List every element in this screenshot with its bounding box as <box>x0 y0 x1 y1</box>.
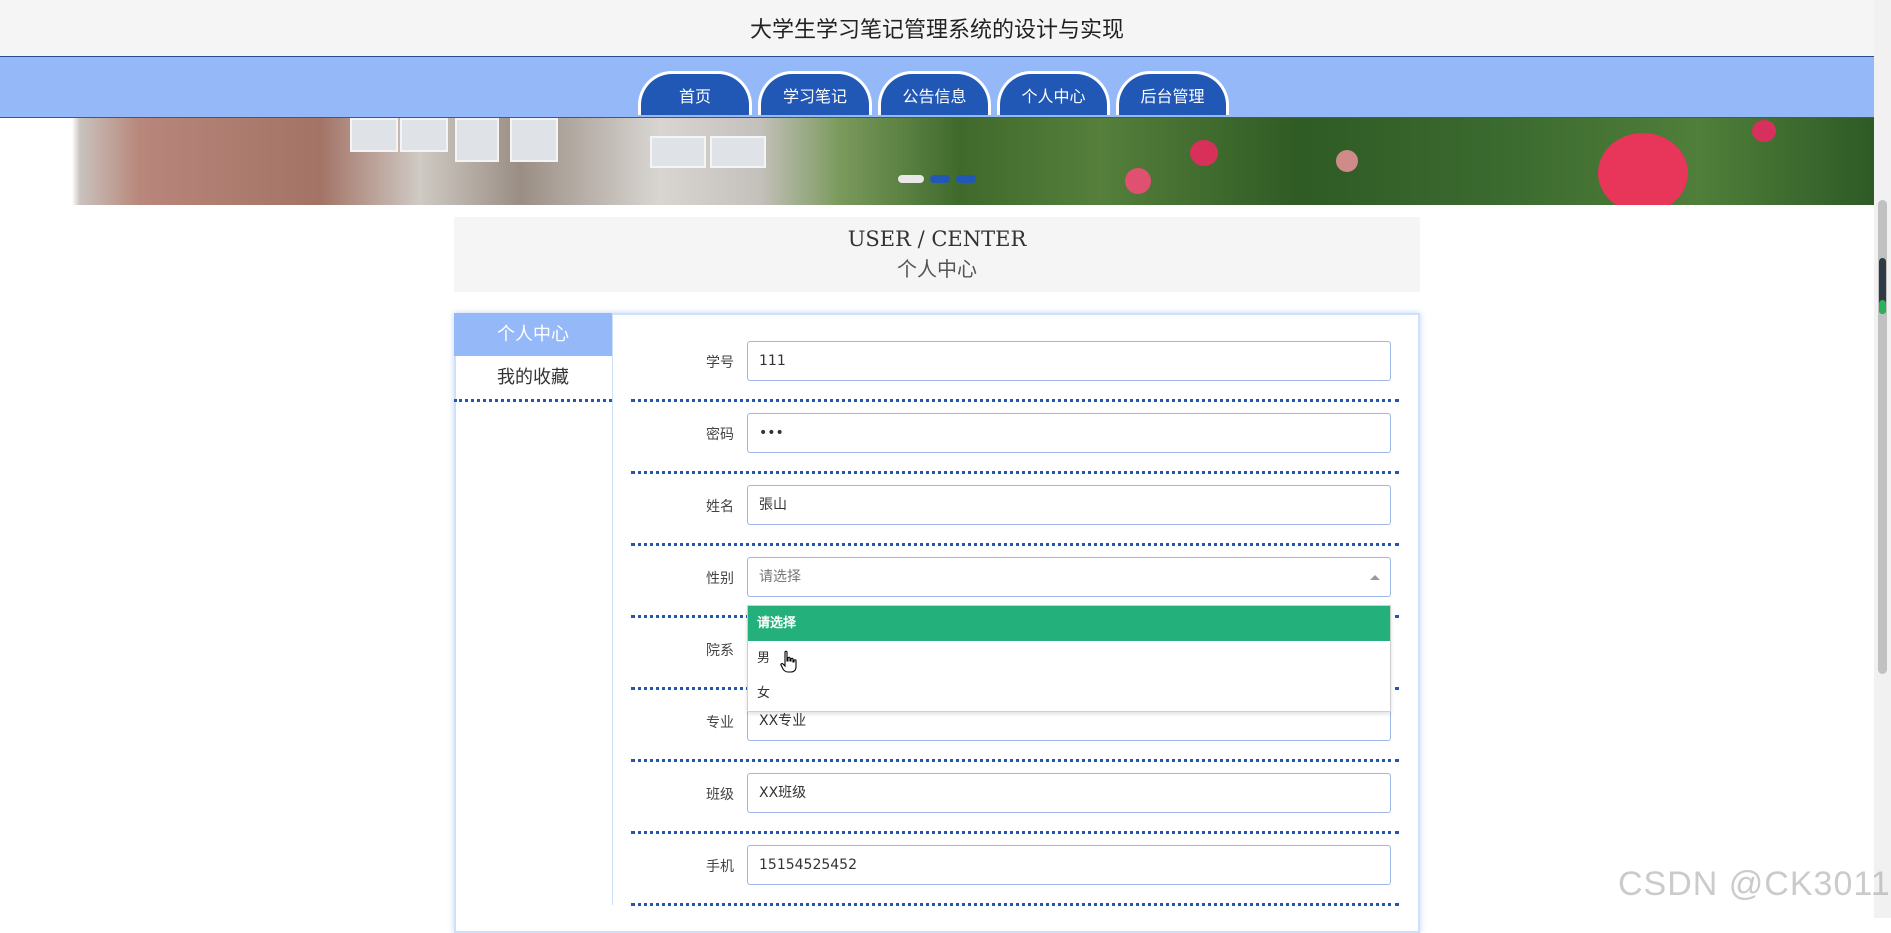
nav-tab-admin[interactable]: 后台管理 <box>1116 71 1229 115</box>
name-input[interactable]: 張山 <box>747 485 1391 525</box>
carousel-dot[interactable] <box>956 175 976 183</box>
banner-flower <box>1336 150 1358 172</box>
major-label: 专业 <box>706 715 734 731</box>
nav-tab-study-notes[interactable]: 学习笔记 <box>758 71 872 115</box>
student-id-label: 学号 <box>706 355 734 371</box>
nav-bar: 首页 学习笔记 公告信息 个人中心 后台管理 <box>0 57 1874 118</box>
class-input[interactable]: XX班级 <box>747 773 1391 813</box>
password-input[interactable]: ••• <box>747 413 1391 453</box>
section-title-en: USER / CENTER <box>847 227 1027 251</box>
nav-tab-announcements[interactable]: 公告信息 <box>878 71 991 115</box>
banner-window <box>650 136 706 168</box>
page-scrollbar[interactable] <box>1874 0 1891 918</box>
banner-flower <box>1752 120 1776 142</box>
name-label: 姓名 <box>706 499 734 515</box>
sidebar-item-user-center[interactable]: 个人中心 <box>454 313 612 356</box>
carousel-dot[interactable] <box>930 175 950 183</box>
form-row-class: 班级 XX班级 <box>631 762 1399 834</box>
watermark: CSDN @CK3011 <box>1618 865 1891 903</box>
gender-option-placeholder[interactable]: 请选择 <box>748 606 1390 641</box>
sidebar-item-favorites[interactable]: 我的收藏 <box>454 356 612 402</box>
password-label: 密码 <box>706 427 734 443</box>
gender-option-male[interactable]: 男 <box>748 641 1390 676</box>
carousel-dot[interactable] <box>898 175 924 183</box>
student-id-input[interactable]: 111 <box>747 341 1391 381</box>
gender-select-value: 请选择 <box>759 569 801 585</box>
gender-option-female[interactable]: 女 <box>748 676 1390 711</box>
chevron-up-icon <box>1370 575 1380 580</box>
hand-cursor-icon <box>780 650 798 678</box>
banner-window <box>455 118 499 162</box>
banner-window <box>710 136 766 168</box>
carousel-dots <box>898 175 976 183</box>
class-label: 班级 <box>706 787 734 803</box>
form-row-name: 姓名 張山 <box>631 474 1399 546</box>
nav-tab-home[interactable]: 首页 <box>638 71 752 115</box>
scrollbar-marker <box>1879 300 1886 314</box>
banner-window <box>510 118 558 162</box>
banner-window <box>400 118 448 152</box>
form-row-student-id: 学号 111 <box>631 330 1399 402</box>
nav-tab-user-center[interactable]: 个人中心 <box>997 71 1110 115</box>
department-label: 院系 <box>706 643 734 659</box>
section-header: USER / CENTER 个人中心 <box>454 217 1420 292</box>
phone-label: 手机 <box>706 859 734 875</box>
nav-tabs: 首页 学习笔记 公告信息 个人中心 后台管理 <box>638 71 1229 115</box>
form-row-phone: 手机 15154525452 <box>631 834 1399 906</box>
section-title-cn: 个人中心 <box>897 257 977 281</box>
banner-window <box>350 118 398 152</box>
sidebar: 个人中心 我的收藏 <box>454 313 613 905</box>
form-row-password: 密码 ••• <box>631 402 1399 474</box>
title-bar: 大学生学习笔记管理系统的设计与实现 <box>0 0 1874 57</box>
phone-input[interactable]: 15154525452 <box>747 845 1391 885</box>
banner-flower <box>1125 168 1151 194</box>
gender-dropdown: 请选择 男 女 <box>747 605 1391 712</box>
gender-label: 性别 <box>706 571 734 587</box>
banner-carousel <box>0 118 1874 205</box>
site-title: 大学生学习笔记管理系统的设计与实现 <box>749 18 1124 43</box>
banner-flower <box>1598 133 1688 205</box>
banner-flower <box>1190 140 1218 166</box>
gender-select[interactable]: 请选择 <box>747 557 1391 597</box>
